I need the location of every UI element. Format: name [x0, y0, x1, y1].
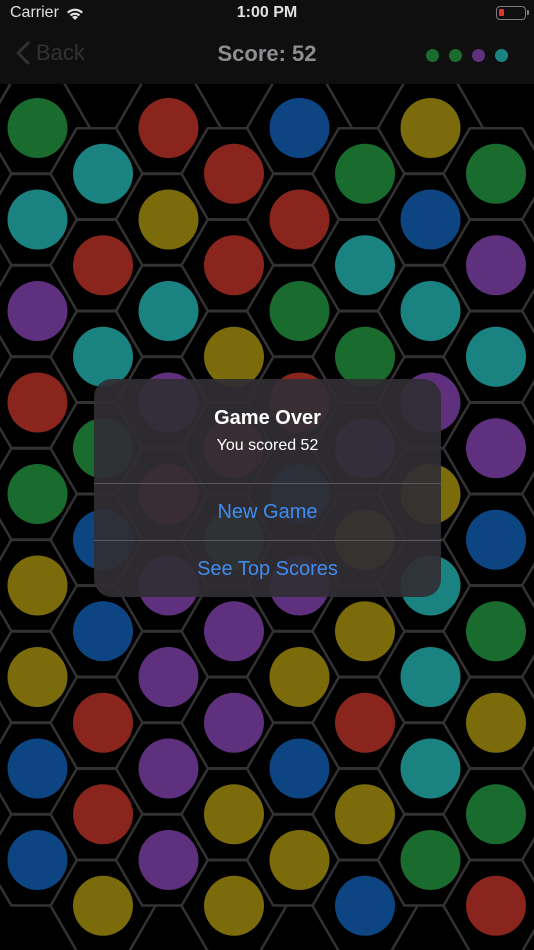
game-over-alert: Game Over You scored 52 New Game See Top…: [94, 379, 441, 597]
new-game-button[interactable]: New Game: [94, 484, 441, 540]
see-top-scores-button[interactable]: See Top Scores: [94, 541, 441, 597]
alert-message: You scored 52: [216, 437, 319, 454]
alert-title: Game Over: [214, 407, 321, 429]
